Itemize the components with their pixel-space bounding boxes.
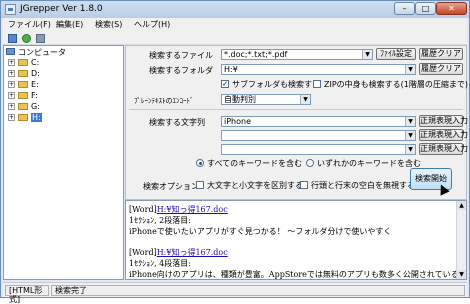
divider [129, 109, 463, 110]
chevron-down-icon[interactable]: ▼ [362, 50, 372, 59]
all-keywords-radio[interactable] [196, 159, 204, 167]
expand-icon[interactable]: + [8, 70, 15, 77]
ignore-whitespace-checkbox[interactable] [300, 181, 308, 189]
close-button[interactable]: ✕ [436, 2, 467, 15]
file-history-clear-button[interactable]: 履歴クリア [419, 48, 463, 60]
expand-icon[interactable]: + [8, 114, 15, 121]
regex-input-button-3[interactable]: 正規表現入力 [419, 143, 468, 155]
window-title: JGrepper Ver 1.8.0 [20, 4, 103, 14]
chevron-down-icon[interactable]: ▼ [405, 131, 415, 140]
tree-item-label: C: [31, 58, 40, 67]
folder-icon [18, 81, 28, 88]
encoding-value: 自動判別 [224, 95, 256, 104]
folder-field[interactable]: H:¥ ▼ [221, 64, 416, 75]
search-string-value: iPhone [224, 117, 252, 126]
open-icon[interactable] [8, 34, 17, 43]
settings-icon[interactable] [36, 34, 45, 43]
menu-edit[interactable]: 編集(E) [56, 19, 83, 30]
encoding-select[interactable]: 自動判別 ▼ [221, 94, 311, 105]
results-scrollbar[interactable]: ▲ ▼ [456, 201, 466, 279]
chevron-down-icon[interactable]: ▼ [405, 117, 415, 126]
folder-icon [18, 70, 28, 77]
file-settings-button[interactable]: ﾌｧｲﾙ設定 [376, 48, 416, 60]
result-snippet: iPhoneで使いたいアプリがすぐ見つかる！ 〜フォルダ分けで使いやすく [129, 227, 392, 236]
tree-root-label: コンピュータ [18, 48, 66, 57]
title-bar[interactable]: JGrepper Ver 1.8.0 – □ ✕ [1, 1, 469, 18]
all-keywords-label: すべてのキーワードを含む [207, 159, 303, 168]
subfolder-label: サブフォルダも検索する [232, 80, 320, 89]
result-link[interactable]: H:¥知っ得167.doc [157, 248, 228, 257]
search-string-field-2[interactable]: ▼ [221, 130, 416, 141]
tree-item-label-selected: H: [31, 113, 42, 122]
any-keywords-radio[interactable] [306, 159, 314, 167]
chevron-down-icon[interactable]: ▼ [300, 95, 310, 104]
folder-history-clear-button[interactable]: 履歴クリア [419, 63, 463, 75]
folder-value: H:¥ [224, 65, 238, 74]
regex-input-button-1[interactable]: 正規表現入力 [419, 115, 468, 127]
search-string-label: 検索する文字列 [149, 118, 205, 127]
zip-checkbox[interactable] [313, 80, 321, 88]
result-location: 1ｾｸｼｮﾝ, 2段落目: [129, 216, 191, 225]
drive-tree[interactable]: コンピュータ + C: + D: + E: + F: + G: + H: [3, 45, 124, 280]
maximize-button[interactable]: □ [415, 2, 436, 15]
folder-icon [18, 114, 28, 121]
status-mode: [HTML形式] [5, 285, 49, 304]
status-message: 検索完了 [51, 285, 465, 296]
result-location: 1ｾｸｼｮﾝ, 4段落目: [129, 259, 191, 268]
folder-icon [18, 92, 28, 99]
expand-icon[interactable]: + [8, 103, 15, 110]
search-form: 検索するファイル *.doc;*.txt;*.pdf ▼ ﾌｧｲﾙ設定 履歴クリ… [125, 45, 468, 200]
chevron-down-icon[interactable]: ▼ [405, 145, 415, 154]
file-label: 検索するファイル [149, 51, 213, 60]
result-tag: [Word] [129, 248, 157, 257]
app-icon [5, 4, 16, 15]
result-tag: [Word] [129, 205, 157, 214]
any-keywords-label: いずれかのキーワードを含む [317, 159, 421, 168]
expand-icon[interactable]: + [8, 81, 15, 88]
tree-item-label: D: [31, 69, 40, 78]
app-window: JGrepper Ver 1.8.0 – □ ✕ ファイル(F) 編集(E) 検… [0, 0, 470, 304]
tree-item-label: F: [31, 91, 38, 100]
folder-label: 検索するフォルダ [149, 66, 213, 75]
toolbar [3, 32, 467, 45]
chevron-down-icon[interactable]: ▼ [405, 65, 415, 74]
case-sensitive-label: 大文字と小文字を区別する [207, 181, 303, 190]
menu-bar: ファイル(F) 編集(E) 検索(S) ヘルプ(H) [3, 18, 467, 32]
tree-item-label: E: [31, 80, 39, 89]
scroll-down-icon[interactable]: ▼ [457, 270, 466, 279]
menu-file[interactable]: ファイル(F) [8, 19, 51, 30]
menu-help[interactable]: ヘルプ(H) [134, 19, 170, 30]
tree-item-label: G: [31, 102, 40, 111]
status-bar: [HTML形式] 検索完了 [3, 282, 467, 304]
expand-icon[interactable]: + [8, 92, 15, 99]
case-sensitive-checkbox[interactable] [196, 181, 204, 189]
file-pattern-field[interactable]: *.doc;*.txt;*.pdf ▼ [221, 49, 373, 60]
refresh-icon[interactable] [22, 34, 31, 43]
result-header: [Word]H:¥知っ得167.doc [129, 247, 228, 258]
result-link[interactable]: H:¥知っ得167.doc [157, 205, 228, 214]
minimize-button[interactable]: – [394, 2, 415, 15]
result-snippet: iPhone向けのアプリは、種類が豊富。AppStoreでは無料のアプリも数多く… [129, 270, 467, 279]
regex-input-button-2[interactable]: 正規表現入力 [419, 129, 468, 141]
zip-label: ZIPの中身も検索する(1階層の圧縮まで) [324, 80, 468, 89]
subfolder-checkbox[interactable]: ✓ [221, 80, 229, 88]
ignore-whitespace-label: 行頭と行末の空白を無視する [311, 181, 415, 190]
file-pattern-value: *.doc;*.txt;*.pdf [224, 50, 288, 59]
folder-icon [18, 103, 28, 110]
computer-icon [6, 48, 15, 55]
search-options-label: 検索オプション [143, 182, 199, 191]
search-string-field-1[interactable]: iPhone ▼ [221, 116, 416, 127]
results-pane[interactable]: [Word]H:¥知っ得167.doc 1ｾｸｼｮﾝ, 2段落目: iPhone… [125, 200, 467, 280]
scroll-up-icon[interactable]: ▲ [457, 201, 466, 210]
search-string-field-3[interactable]: ▼ [221, 144, 416, 155]
encoding-label: ﾌﾟﾚｰﾝﾃｷｽﾄのｴﾝｺｰﾄﾞ [134, 97, 194, 105]
expand-icon[interactable]: + [8, 59, 15, 66]
result-header: [Word]H:¥知っ得167.doc [129, 204, 228, 215]
folder-icon [18, 59, 28, 66]
menu-search[interactable]: 検索(S) [95, 19, 122, 30]
